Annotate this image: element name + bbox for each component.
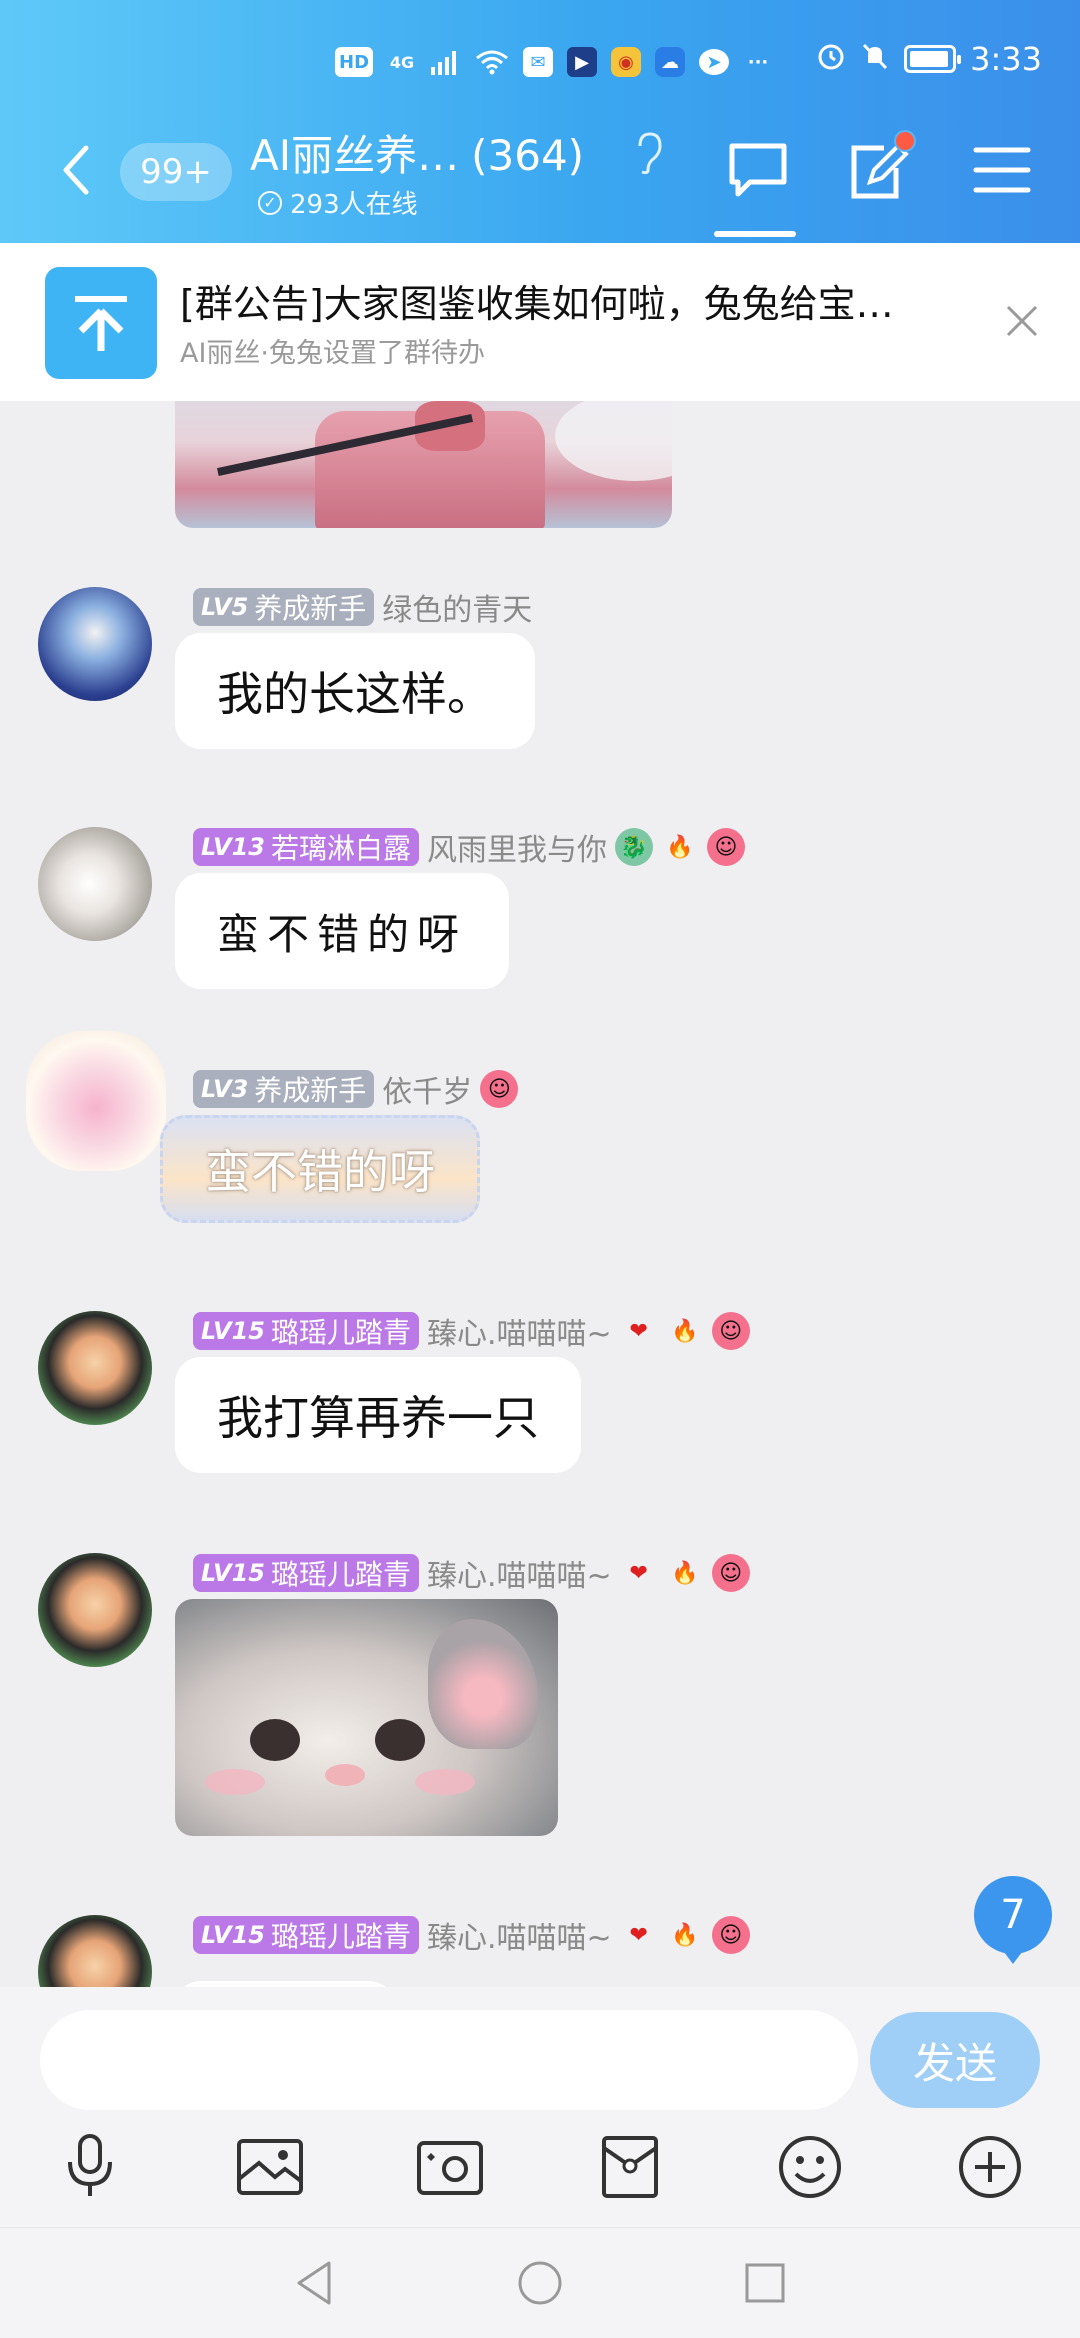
chat-bubble-icon[interactable] — [726, 140, 790, 200]
heart-badge-icon: ❤ — [629, 1318, 648, 1344]
menu-icon[interactable] — [970, 140, 1034, 200]
avatar[interactable] — [38, 827, 152, 941]
sender-name[interactable]: 臻心.喵喵喵~ — [427, 1309, 612, 1353]
level-badge: LV15 璐瑶儿踏青 — [193, 1312, 419, 1350]
level-badge: LV3 养成新手 — [193, 1070, 375, 1108]
mail-icon: ✉ — [523, 47, 554, 77]
sender-name[interactable]: 臻心.喵喵喵~ — [427, 1551, 612, 1595]
more-icon: ··· — [747, 51, 769, 73]
weibo-icon: ◉ — [611, 47, 642, 77]
member-count: (364) — [471, 131, 585, 180]
mic-icon[interactable] — [50, 2127, 130, 2207]
fire-badge-icon: 🔥 — [670, 1318, 699, 1344]
avatar[interactable] — [38, 1915, 152, 1987]
emoji-icon[interactable] — [770, 2127, 850, 2207]
smile-badge-icon: ☺ — [480, 1070, 519, 1108]
online-check-icon: ✓ — [258, 190, 282, 215]
hd-icon: HD — [335, 47, 374, 77]
new-message-count-button[interactable]: 7 — [974, 1876, 1052, 1964]
announcement-subtitle: AI丽丝·兔兔设置了群待办 — [180, 338, 486, 369]
message-bubble[interactable]: 我打算再养一只 — [175, 1357, 581, 1473]
ear-icon[interactable] — [630, 130, 666, 176]
weather-icon: ☁ — [655, 47, 686, 77]
fire-badge-icon: 🔥 — [670, 1922, 699, 1948]
heart-badge-icon: ❤ — [629, 1922, 648, 1948]
avatar[interactable] — [38, 1311, 152, 1425]
avatar[interactable] — [26, 1031, 166, 1171]
alarm-icon — [816, 41, 846, 78]
system-navigation-bar — [0, 2227, 1080, 2338]
unread-count-badge[interactable]: 99+ — [120, 143, 232, 201]
send-button[interactable]: 发送 — [870, 2012, 1040, 2108]
message-list[interactable]: LV5 养成新手 绿色的青天 我的长这样。 LV13 若璃淋白露 风雨里我与你 🐉 … — [0, 401, 1080, 1987]
camera-icon[interactable] — [410, 2127, 490, 2207]
close-icon[interactable] — [1004, 303, 1040, 339]
online-status: ✓ 293人在线 — [258, 184, 418, 221]
level-badge: LV13 若璃淋白露 — [193, 828, 419, 866]
status-bar: HD 4G ✉ ▶ ◉ ☁ ➤ ··· 3:33 — [335, 40, 1080, 84]
tab-underline — [714, 231, 796, 237]
input-area: 发送 — [0, 1987, 1080, 2227]
fire-badge-icon: 🔥 — [666, 834, 694, 860]
network-4g-icon: 4G — [389, 52, 415, 72]
nav-home-icon[interactable] — [510, 2253, 570, 2313]
level-badge: LV15 璐瑶儿踏青 — [193, 1554, 419, 1592]
back-icon[interactable] — [58, 140, 92, 200]
nav-back-icon[interactable] — [285, 2253, 345, 2313]
smile-badge-icon: ☺ — [706, 828, 745, 866]
message-input[interactable] — [40, 2010, 858, 2110]
message-bubble[interactable]: 我的长这样。 — [175, 633, 535, 749]
avatar[interactable] — [38, 587, 152, 701]
app-icon: ➤ — [699, 49, 730, 75]
qq-icon: ▶ — [567, 47, 598, 77]
battery-icon — [904, 45, 962, 73]
level-badge: LV5 养成新手 — [193, 588, 375, 626]
level-badge: LV15 璐瑶儿踏青 — [193, 1916, 419, 1954]
group-announcement[interactable]: [群公告]大家图鉴收集如何啦，兔兔给宝… AI丽丝·兔兔设置了群待办 — [0, 243, 1080, 401]
smile-badge-icon: ☺ — [711, 1312, 750, 1350]
sender-name[interactable]: 臻心.喵喵喵~ — [427, 1913, 612, 1957]
sender-name[interactable]: 绿色的青天 — [382, 585, 532, 629]
input-toolbar — [0, 2127, 1080, 2217]
mute-icon — [860, 41, 890, 78]
group-title[interactable]: AI丽丝养… (364) — [250, 122, 584, 183]
smile-badge-icon: ☺ — [711, 1554, 750, 1592]
avatar[interactable] — [38, 1553, 152, 1667]
smile-badge-icon: ☺ — [711, 1916, 750, 1954]
clock: 3:33 — [970, 40, 1042, 78]
notification-dot — [894, 130, 916, 152]
message-bubble[interactable]: 蛮不错的呀 — [160, 1115, 480, 1223]
sender-name[interactable]: 风雨里我与你 — [427, 825, 607, 869]
wifi-icon — [475, 47, 509, 77]
group-name: AI丽丝养… — [250, 131, 460, 180]
nav-recents-icon[interactable] — [735, 2253, 795, 2313]
dragon-badge-icon: 🐉 — [614, 828, 653, 866]
heart-badge-icon: ❤ — [629, 1560, 648, 1586]
pin-top-icon — [45, 267, 157, 379]
chat-header: HD 4G ✉ ▶ ◉ ☁ ➤ ··· 3:33 99+ AI丽丝养… (364… — [0, 0, 1080, 243]
sender-name[interactable]: 依千岁 — [382, 1067, 472, 1111]
redpacket-icon[interactable] — [590, 2127, 670, 2207]
signal-icon — [431, 47, 461, 77]
online-count: 293人在线 — [290, 190, 418, 220]
plus-icon[interactable] — [950, 2127, 1030, 2207]
announcement-title: [群公告]大家图鉴收集如何啦，兔兔给宝… — [180, 282, 894, 326]
message-bubble[interactable]: 蛮不错的呀 — [175, 873, 510, 989]
image-icon[interactable] — [230, 2127, 310, 2207]
shared-image-cat[interactable] — [175, 1599, 558, 1836]
shared-image-anime[interactable] — [175, 401, 672, 528]
fire-badge-icon: 🔥 — [670, 1560, 699, 1586]
